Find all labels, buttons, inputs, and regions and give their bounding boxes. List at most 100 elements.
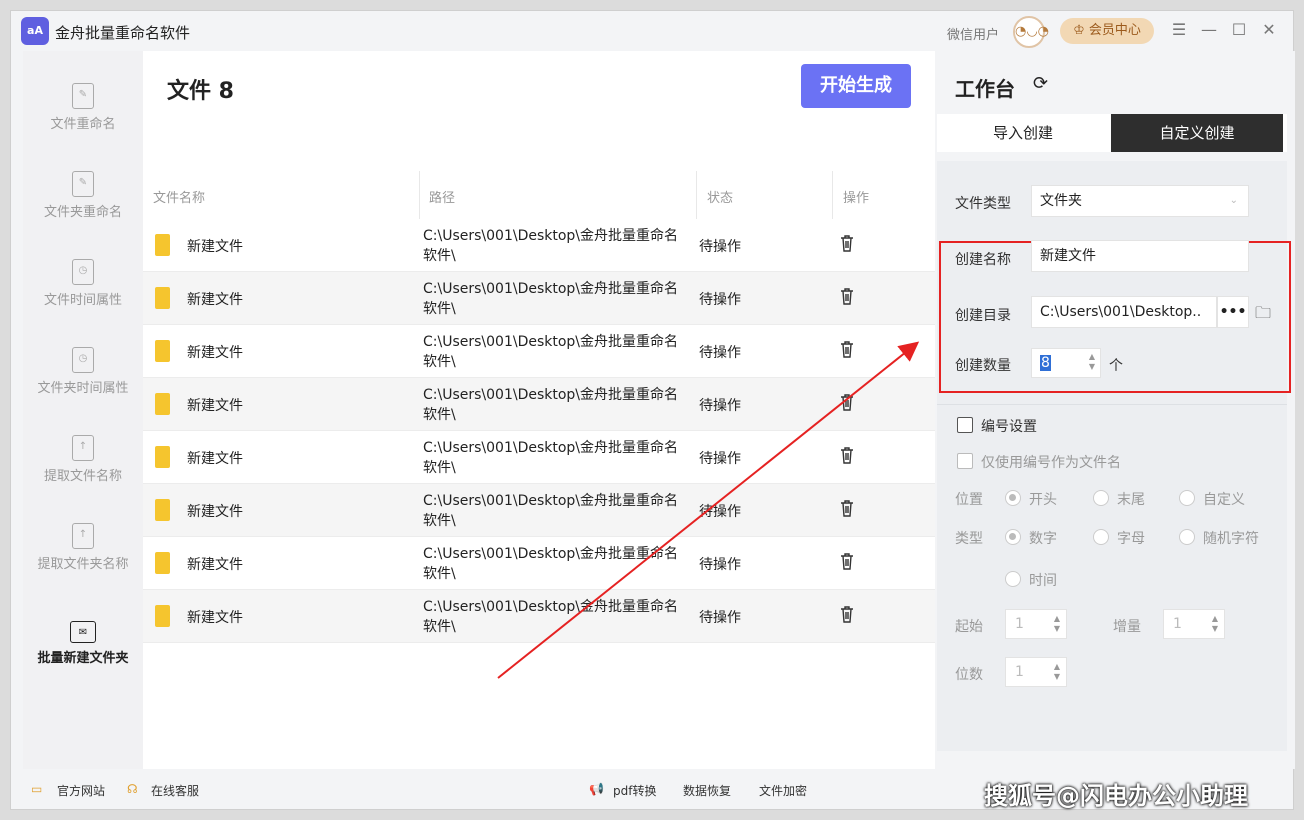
status-cell: 待操作 (699, 239, 741, 255)
workbench-title: 工作台 (955, 77, 1015, 101)
menu-icon[interactable]: ☰ (1169, 20, 1189, 39)
stepper-arrows-icon[interactable]: ▲ ▼ (1054, 614, 1060, 634)
open-folder-icon[interactable]: 🗀 (1255, 302, 1271, 329)
create-name-input[interactable]: 新建文件 (1031, 240, 1249, 272)
app-logo: aA (21, 17, 49, 45)
radio-label: 字母 (1117, 531, 1145, 547)
file-encrypt-link[interactable]: 文件加密 (759, 782, 807, 799)
sidebar-item-batch-folder[interactable]: ✉ 批量新建文件夹 (23, 621, 143, 666)
trash-icon[interactable] (839, 498, 855, 518)
sidebar-item-file-time[interactable]: ◷ 文件时间属性 (23, 259, 143, 308)
file-name-cell: 新建文件 (187, 345, 243, 361)
vip-center-button[interactable]: ♔ 会员中心 (1060, 18, 1154, 44)
status-cell: 待操作 (699, 504, 741, 520)
sidebar-item-extract-folder[interactable]: ↑ 提取文件夹名称 (23, 523, 143, 572)
tab-import-create[interactable]: 导入创建 (937, 114, 1109, 152)
create-dir-input[interactable]: C:\Users\001\Desktop.. (1031, 296, 1217, 328)
stepper-arrows-icon[interactable]: ▲ ▼ (1212, 614, 1218, 634)
folder-upload-icon: ↑ (72, 523, 94, 549)
folder-icon (155, 393, 170, 415)
only-number-label: 仅使用编号作为文件名 (981, 455, 1121, 471)
sidebar-item-folder-time[interactable]: ◷ 文件夹时间属性 (23, 347, 143, 396)
online-service-link[interactable]: 在线客服 (151, 782, 199, 799)
position-radio-start[interactable] (1005, 490, 1021, 506)
file-edit-icon: ✎ (72, 83, 94, 109)
create-count-stepper[interactable]: 8 ▲ ▼ (1031, 348, 1101, 378)
sidebar-item-extract-file[interactable]: ↑ 提取文件名称 (23, 435, 143, 484)
increment-stepper[interactable]: 1 ▲ ▼ (1163, 609, 1225, 639)
trash-icon[interactable] (839, 286, 855, 306)
file-type-select[interactable]: 文件夹 ⌄ (1031, 185, 1249, 217)
avatar[interactable]: ◔◡◔ (1013, 16, 1049, 48)
maximize-icon[interactable]: ☐ (1229, 20, 1249, 39)
status-cell: 待操作 (699, 610, 741, 626)
sidebar-item-file-rename[interactable]: ✎ 文件重命名 (23, 83, 143, 132)
increment-value: 1 (1173, 616, 1182, 632)
column-header: 文件名称 (153, 191, 206, 206)
digits-stepper[interactable]: 1 ▲ ▼ (1005, 657, 1067, 687)
table-row[interactable]: 新建文件 C:\Users\001\Desktop\金舟批量重命名软件\ 待操作 (143, 590, 935, 643)
radio-label: 随机字符 (1203, 531, 1259, 547)
trash-icon[interactable] (839, 392, 855, 412)
create-name-label: 创建名称 (955, 252, 1011, 268)
numbering-checkbox[interactable] (957, 417, 973, 433)
trash-icon[interactable] (839, 339, 855, 359)
minimize-icon[interactable]: — (1199, 20, 1219, 39)
pdf-convert-link[interactable]: pdf转换 (613, 782, 656, 799)
path-cell: C:\Users\001\Desktop\金舟批量重命名软件\ (423, 334, 679, 370)
position-radio-custom[interactable] (1179, 490, 1195, 506)
data-recovery-link[interactable]: 数据恢复 (683, 782, 731, 799)
sidebar-item-label: 批量新建文件夹 (37, 651, 129, 666)
table-header: 文件名称 路径 状态 操作 (143, 171, 935, 219)
table-row[interactable]: 新建文件 C:\Users\001\Desktop\金舟批量重命名软件\ 待操作 (143, 484, 935, 537)
page-title: 文件 8 (167, 79, 234, 104)
position-radio-end[interactable] (1093, 490, 1109, 506)
column-header: 状态 (707, 191, 734, 206)
table-row[interactable]: 新建文件 C:\Users\001\Desktop\金舟批量重命名软件\ 待操作 (143, 325, 935, 378)
type-radio-time[interactable] (1005, 571, 1021, 587)
tab-custom-create[interactable]: 自定义创建 (1111, 114, 1283, 152)
radio-label: 末尾 (1117, 492, 1145, 508)
sidebar-item-label: 提取文件夹名称 (37, 557, 129, 572)
headset-icon: ☊ (127, 782, 138, 796)
user-name[interactable]: 微信用户 (947, 24, 999, 43)
close-icon[interactable]: ✕ (1259, 20, 1279, 39)
only-number-checkbox[interactable] (957, 453, 973, 469)
type-radio-letter[interactable] (1093, 529, 1109, 545)
trash-icon[interactable] (839, 551, 855, 571)
table-row[interactable]: 新建文件 C:\Users\001\Desktop\金舟批量重命名软件\ 待操作 (143, 537, 935, 590)
file-type-label: 文件类型 (955, 196, 1011, 212)
trash-icon[interactable] (839, 233, 855, 253)
position-label: 位置 (955, 492, 983, 508)
table-row[interactable]: 新建文件 C:\Users\001\Desktop\金舟批量重命名软件\ 待操作 (143, 219, 935, 272)
status-cell: 待操作 (699, 557, 741, 573)
workbench-panel: 工作台 ⟳ 导入创建 自定义创建 文件类型 文件夹 ⌄ 创建名称 新建文件 创建目… (937, 51, 1295, 769)
refresh-icon[interactable]: ⟳ (1033, 73, 1048, 94)
table-row[interactable]: 新建文件 C:\Users\001\Desktop\金舟批量重命名软件\ 待操作 (143, 378, 935, 431)
file-name-cell: 新建文件 (187, 504, 243, 520)
trash-icon[interactable] (839, 604, 855, 624)
path-cell: C:\Users\001\Desktop\金舟批量重命名软件\ (423, 493, 679, 529)
sidebar-item-folder-rename[interactable]: ✎ 文件夹重命名 (23, 171, 143, 220)
radio-label: 自定义 (1203, 492, 1245, 508)
start-label: 起始 (955, 619, 983, 635)
title-bar: aA 金舟批量重命名软件 微信用户 ◔◡◔ ♔ 会员中心 ☰ — ☐ ✕ (11, 11, 1295, 51)
radio-label: 开头 (1029, 492, 1057, 508)
trash-icon[interactable] (839, 445, 855, 465)
official-site-link[interactable]: 官方网站 (57, 782, 105, 799)
sidebar-item-label: 文件时间属性 (43, 293, 122, 308)
increment-label: 增量 (1113, 619, 1141, 635)
browse-dots-button[interactable]: ••• (1217, 296, 1249, 328)
radio-label: 时间 (1029, 573, 1057, 589)
start-stepper[interactable]: 1 ▲ ▼ (1005, 609, 1067, 639)
start-value: 1 (1015, 616, 1024, 632)
table-row[interactable]: 新建文件 C:\Users\001\Desktop\金舟批量重命名软件\ 待操作 (143, 431, 935, 484)
envelope-icon: ✉ (70, 621, 96, 643)
sidebar-item-label: 提取文件名称 (43, 469, 122, 484)
stepper-arrows-icon[interactable]: ▲ ▼ (1054, 662, 1060, 682)
type-radio-number[interactable] (1005, 529, 1021, 545)
stepper-arrows-icon[interactable]: ▲ ▼ (1089, 352, 1095, 372)
type-radio-random[interactable] (1179, 529, 1195, 545)
start-generate-button[interactable]: 开始生成 (801, 64, 911, 108)
table-row[interactable]: 新建文件 C:\Users\001\Desktop\金舟批量重命名软件\ 待操作 (143, 272, 935, 325)
